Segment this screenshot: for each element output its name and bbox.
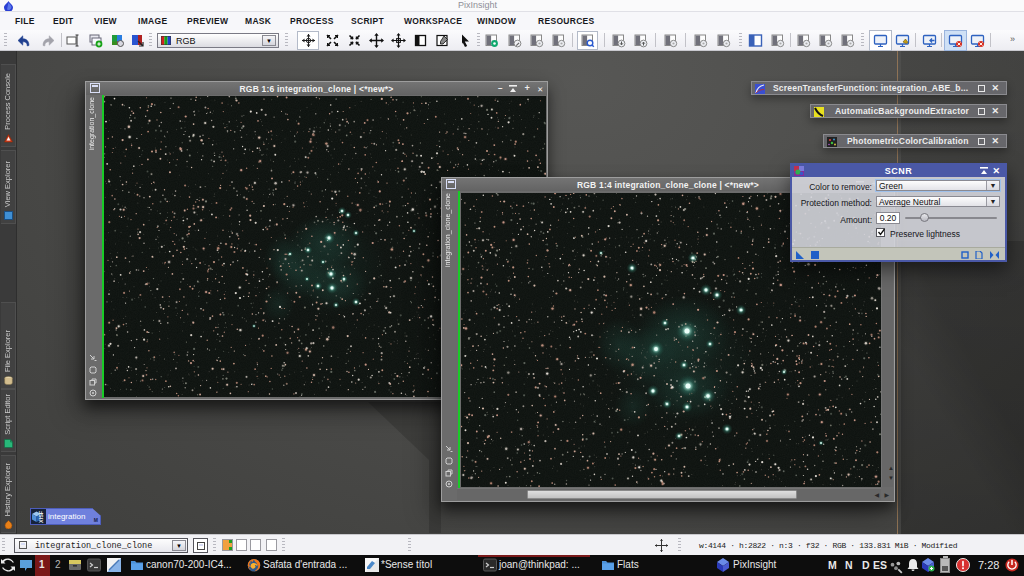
svg-text:XISF: XISF xyxy=(38,510,44,523)
